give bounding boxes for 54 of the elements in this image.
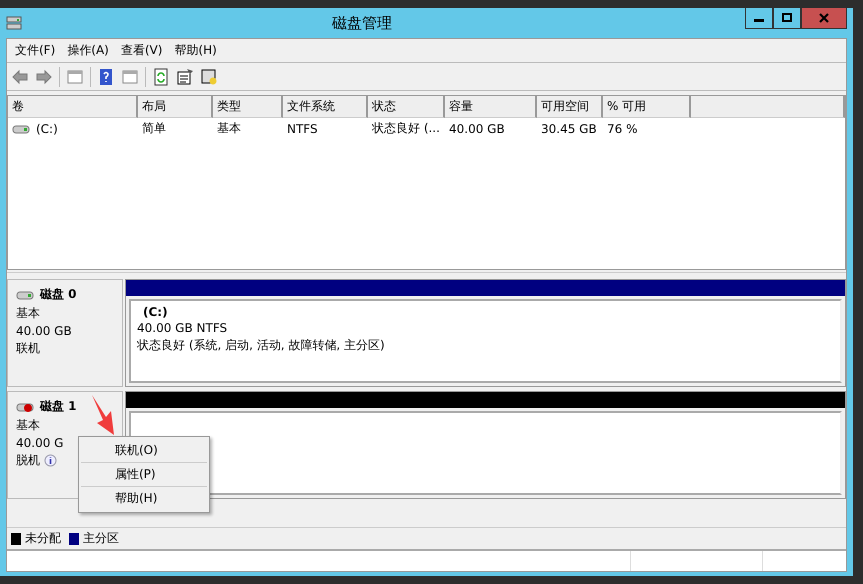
disk-type: 基本 xyxy=(16,417,41,434)
partition-block[interactable]: (C:) 40.00 GB NTFS 状态良好 (系统, 启动, 活动, 故障转储, 主分区) xyxy=(125,279,846,387)
context-menu-item[interactable]: 帮助(H) xyxy=(81,487,207,510)
table-cell-text: 状态良好 (... xyxy=(371,120,441,137)
pointer-arrow xyxy=(92,395,116,435)
column-header[interactable]: 可用空间 xyxy=(537,96,603,118)
minimize-button[interactable] xyxy=(745,8,773,29)
context-menu-item[interactable]: 联机(O) xyxy=(81,439,207,463)
refresh-icon[interactable] xyxy=(152,68,170,86)
partition-state: 状态良好 (系统, 启动, 活动, 故障转储, 主分区) xyxy=(137,337,386,354)
column-header[interactable]: 容量 xyxy=(445,96,537,118)
properties-icon[interactable] xyxy=(176,68,194,86)
back-arrow-icon[interactable] xyxy=(11,68,29,86)
disk-size: 40.00 GB xyxy=(16,324,73,338)
column-header[interactable]: 文件系统 xyxy=(283,96,368,118)
disk-status: 联机 xyxy=(16,340,40,357)
disk-name: 磁盘 0 xyxy=(40,286,77,303)
disk-name: 磁盘 1 xyxy=(40,398,77,415)
partition-label: (C:) xyxy=(142,305,169,319)
close-icon xyxy=(819,13,829,23)
disk-type: 基本 xyxy=(16,305,41,322)
panel-icon[interactable] xyxy=(121,68,139,86)
table-cell-text: 40.00 GB xyxy=(448,120,506,138)
table-cell-text: NTFS xyxy=(286,120,319,138)
maximize-icon xyxy=(782,13,792,23)
disk-size: 40.00 G xyxy=(16,436,64,450)
close-button[interactable] xyxy=(801,8,847,29)
info-icon xyxy=(44,454,57,467)
table-cell-text: 简单 xyxy=(141,120,167,137)
column-header[interactable]: 状态 xyxy=(368,96,445,118)
table-cell-text: 基本 xyxy=(216,120,242,137)
table-cell: (C:) xyxy=(8,118,138,139)
column-header[interactable]: 布局 xyxy=(138,96,213,118)
disk-status: 脱机 xyxy=(16,452,40,469)
drive-icon xyxy=(12,122,30,134)
menu-item[interactable]: 帮助(H) xyxy=(170,41,221,60)
disk-management-icon xyxy=(6,15,22,31)
menu-item[interactable]: 操作(A) xyxy=(63,41,113,60)
context-menu-item[interactable]: 属性(P) xyxy=(81,463,207,487)
column-header[interactable]: 卷 xyxy=(8,96,138,118)
window-title: 磁盘管理 xyxy=(332,14,392,32)
table-cell-text: 76 % xyxy=(606,120,638,138)
legend-label: 未分配 xyxy=(25,530,61,547)
column-header[interactable]: % 可用 xyxy=(603,96,691,118)
table-cell-text: 30.45 GB xyxy=(540,120,598,138)
panel-icon[interactable] xyxy=(66,68,84,86)
forward-arrow-icon[interactable] xyxy=(35,68,53,86)
partition-size: 40.00 GB NTFS xyxy=(137,321,228,335)
menu-item[interactable]: 查看(V) xyxy=(116,41,166,60)
legend-label: 主分区 xyxy=(83,530,119,547)
help-icon[interactable] xyxy=(97,68,115,86)
menu-item[interactable]: 文件(F) xyxy=(11,41,60,60)
column-header[interactable]: 类型 xyxy=(213,96,283,118)
maximize-button[interactable] xyxy=(773,8,801,29)
